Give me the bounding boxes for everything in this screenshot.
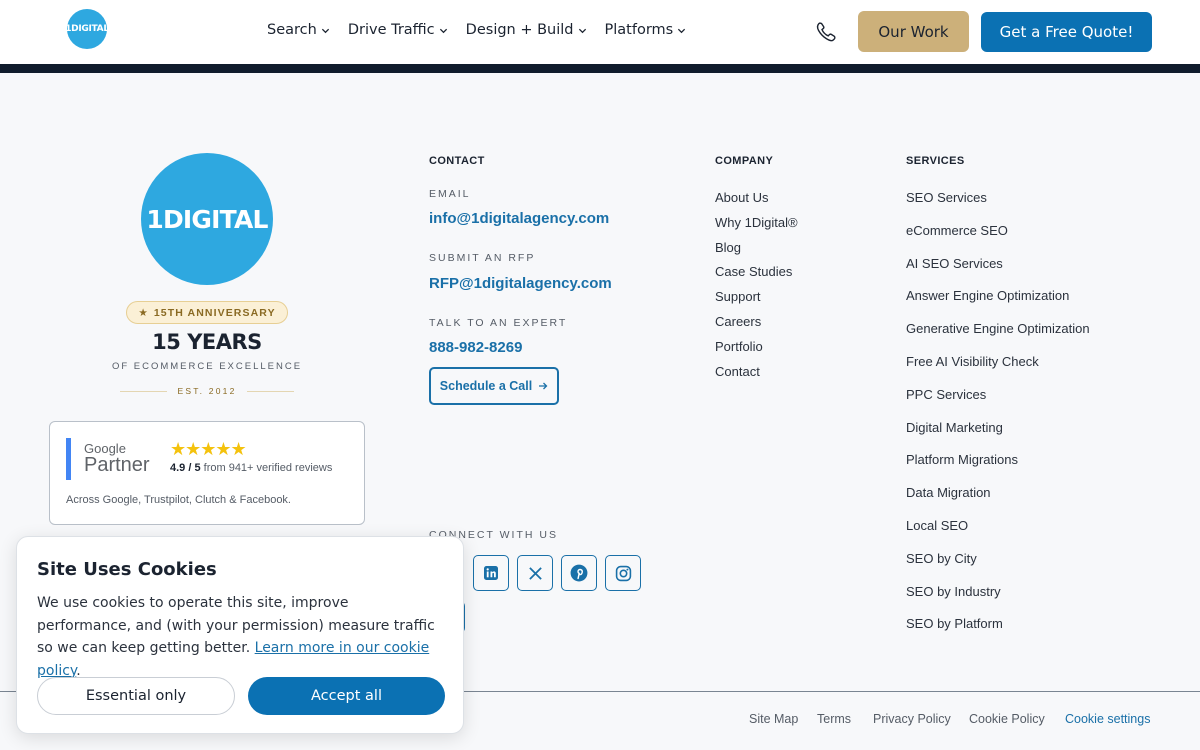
phone-button[interactable] [814,20,838,44]
phone-link[interactable]: 888-982-8269 [429,339,522,356]
email-link[interactable]: info@1digitalagency.com [429,210,609,227]
x-icon [528,566,542,580]
years-subtitle: OF ECOMMERCE EXCELLENCE [111,361,303,372]
service-link[interactable]: Answer Engine Optimization [906,286,1090,319]
company-link-about[interactable]: About Us [715,188,798,213]
site-header: 1DIGITAL Search Drive Traffic Design + B… [0,0,1200,64]
schedule-call-label: Schedule a Call [439,379,533,393]
service-link[interactable]: Generative Engine Optimization [906,319,1090,352]
nav-drive-traffic-label: Drive Traffic [347,22,435,38]
google-partner-bar [66,438,71,480]
instagram-button[interactable] [605,555,641,591]
company-heading: COMPANY [715,155,774,167]
chevron-down-icon [578,28,586,33]
linkedin-icon [484,566,498,580]
email-label: EMAIL [429,188,471,200]
established-text: EST. 2012 [177,386,237,396]
service-link[interactable]: SEO by City [906,549,1090,582]
cookie-banner: Site Uses Cookies We use cookies to oper… [16,536,464,734]
chevron-down-icon [678,28,686,33]
rating-value: 4.9 / 5 [170,462,201,474]
company-link-careers[interactable]: Careers [715,312,798,337]
header-band [0,64,1200,73]
nav-drive-traffic[interactable]: Drive Traffic [348,22,448,38]
rating-footnote: Across Google, Trustpilot, Clutch & Face… [66,494,291,506]
rfp-email-link[interactable]: RFP@1digitalagency.com [429,275,612,292]
footer-link-site-map[interactable]: Site Map [749,712,798,726]
google-partner-card[interactable]: Google Partner ★★★★★ 4.9 / 5 from 941+ v… [49,421,365,525]
footer-link-cookie-settings[interactable]: Cookie settings [1065,712,1150,726]
nav-design-build-label: Design + Build [465,22,574,38]
service-link[interactable]: Local SEO [906,516,1090,549]
company-links: About Us Why 1Digital® Blog Case Studies… [715,188,798,386]
divider [120,390,168,392]
service-link[interactable]: Digital Marketing [906,418,1090,451]
service-link[interactable]: eCommerce SEO [906,221,1090,254]
service-link[interactable]: Platform Migrations [906,450,1090,483]
chevron-down-icon [439,28,447,33]
linkedin-button[interactable] [473,555,509,591]
x-button[interactable] [517,555,553,591]
service-link[interactable]: PPC Services [906,385,1090,418]
expert-label: TALK TO AN EXPERT [429,317,568,329]
accept-all-button[interactable]: Accept all [248,677,445,715]
anniversary-badge: ★ 15TH ANNIVERSARY [126,301,288,324]
phone-icon [816,22,836,42]
company-link-why[interactable]: Why 1Digital® [715,213,798,238]
schedule-call-button[interactable]: Schedule a Call [429,367,559,405]
service-link[interactable]: SEO by Platform [906,614,1090,647]
service-link[interactable]: Data Migration [906,483,1090,516]
footer-logo[interactable]: 1DIGITAL [141,153,273,285]
established-row: EST. 2012 [120,386,294,396]
company-link-portfolio[interactable]: Portfolio [715,337,798,362]
star-icon: ★ [138,306,149,319]
divider [246,390,294,392]
cookie-body: We use cookies to operate this site, imp… [37,592,437,682]
logo-text: 1DIGITAL [65,24,109,34]
footer-logo-text: 1DIGITAL [146,204,268,234]
free-quote-button[interactable]: Get a Free Quote! [981,12,1152,52]
services-links: SEO Services eCommerce SEO AI SEO Servic… [906,188,1090,647]
company-link-contact[interactable]: Contact [715,362,798,387]
service-link[interactable]: SEO Services [906,188,1090,221]
nav-platforms-label: Platforms [604,22,674,38]
logo[interactable]: 1DIGITAL [65,9,109,49]
instagram-icon [615,565,631,581]
contact-heading: CONTACT [429,155,485,167]
our-work-button[interactable]: Our Work [858,11,969,52]
service-link[interactable]: AI SEO Services [906,254,1090,287]
footer-link-privacy[interactable]: Privacy Policy [873,712,951,726]
rating-reviews: from 941+ verified reviews [203,462,333,474]
company-link-case-studies[interactable]: Case Studies [715,262,798,287]
service-link[interactable]: Free AI Visibility Check [906,352,1090,385]
cookie-title: Site Uses Cookies [37,559,217,580]
anniversary-text: 15TH ANNIVERSARY [153,306,276,319]
footer-link-cookie-policy[interactable]: Cookie Policy [969,712,1045,726]
nav-search-label: Search [267,22,317,38]
services-heading: SERVICES [906,155,965,167]
essential-only-button[interactable]: Essential only [37,677,235,715]
years-title: 15 YEARS [152,330,262,354]
company-link-blog[interactable]: Blog [715,238,798,263]
nav-platforms[interactable]: Platforms [605,22,687,38]
nav-design-build[interactable]: Design + Build [466,22,587,38]
pinterest-icon [570,564,588,582]
arrow-right-icon [539,382,548,390]
footer-link-terms[interactable]: Terms [817,712,851,726]
partner-text: Partner [84,454,150,476]
rfp-label: SUBMIT AN RFP [429,252,536,264]
pinterest-button[interactable] [561,555,597,591]
chevron-down-icon [321,28,329,33]
rating-stars: ★★★★★ [170,439,247,459]
service-link[interactable]: SEO by Industry [906,582,1090,615]
main-nav: Search Drive Traffic Design + Build Plat… [267,22,686,38]
rating-line: 4.9 / 5 from 941+ verified reviews [170,462,332,474]
nav-search[interactable]: Search [267,22,330,38]
company-link-support[interactable]: Support [715,287,798,312]
